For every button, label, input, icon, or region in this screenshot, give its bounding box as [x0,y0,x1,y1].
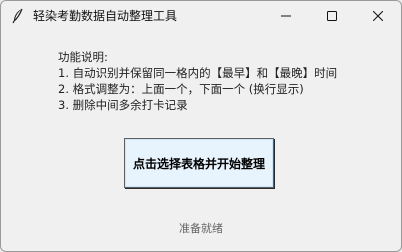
select-table-and-start-button[interactable]: 点击选择表格并开始整理 [124,138,274,188]
description-line-3: 3. 删除中间多余打卡记录 [58,98,188,112]
app-window: 轻染考勤数据自动整理工具 功能说明: 1. 自动识别并保留同一格内的【最早】和【… [0,0,402,252]
close-icon [373,11,383,21]
feather-icon [11,8,25,24]
maximize-button[interactable] [309,1,355,31]
window-title: 轻染考勤数据自动整理工具 [33,9,178,23]
description-line-1: 1. 自动识别并保留同一格内的【最早】和【最晚】时间 [58,66,338,80]
minimize-icon [281,11,291,21]
description-heading: 功能说明: [58,50,108,64]
maximize-icon [327,11,337,21]
minimize-button[interactable] [263,1,309,31]
title-bar[interactable]: 轻染考勤数据自动整理工具 [1,1,401,31]
feature-description: 功能说明: 1. 自动识别并保留同一格内的【最早】和【最晚】时间 2. 格式调整… [58,49,337,113]
status-label: 准备就绪 [179,222,223,235]
close-button[interactable] [355,1,401,31]
description-line-2: 2. 格式调整为：上面一个，下面一个 (换行显示) [58,82,304,96]
